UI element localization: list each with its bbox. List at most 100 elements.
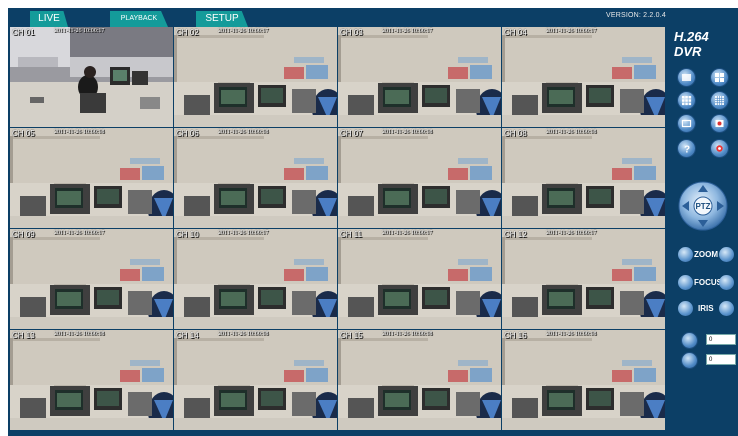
svg-text:?: ? <box>684 145 690 155</box>
channel-timestamp: 2011-11-26 10:00:17 <box>54 28 105 34</box>
camera-feed <box>502 128 665 228</box>
tab-live[interactable]: LIVE <box>30 11 68 27</box>
focus-near-button[interactable] <box>678 275 693 290</box>
single-view-icon[interactable] <box>678 69 695 86</box>
camera-feed <box>338 229 501 329</box>
channel-tile-15[interactable]: CH 15 2011-11-26 10:00:18 <box>338 330 501 430</box>
channel-tile-3[interactable]: CH 03 2011-11-26 10:00:17 <box>338 27 501 127</box>
channel-timestamp: 2011-11-26 10:00:18 <box>546 129 597 135</box>
brand-title: H.264 DVR <box>674 29 709 59</box>
channel-label: CH 01 <box>12 28 35 37</box>
version-label: VERSION: 2.2.0.4 <box>605 12 666 19</box>
zoom-out-button[interactable] <box>678 247 693 262</box>
zoom-label: ZOOM <box>694 250 718 259</box>
camera-feed <box>174 128 337 228</box>
camera-feed <box>10 330 173 430</box>
camera-feed <box>502 330 665 430</box>
channel-label: CH 14 <box>176 331 199 340</box>
channel-label: CH 15 <box>340 331 363 340</box>
channel-timestamp: 2011-11-26 10:00:17 <box>54 230 105 236</box>
ptz-control: PTZ <box>678 175 728 237</box>
camera-feed <box>502 229 665 329</box>
tab-setup[interactable]: SETUP <box>196 11 248 27</box>
camera-feed <box>338 128 501 228</box>
channel-label: CH 03 <box>340 28 363 37</box>
channel-label: CH 05 <box>12 129 35 138</box>
channel-tile-14[interactable]: CH 14 2011-11-26 10:00:18 <box>174 330 337 430</box>
channel-label: CH 08 <box>504 129 527 138</box>
speed-input[interactable]: 0 <box>706 334 736 345</box>
preset-input[interactable]: 0 <box>706 354 736 365</box>
channel-timestamp: 2011-11-26 10:00:17 <box>382 230 433 236</box>
channel-tile-9[interactable]: CH 09 2011-11-26 10:00:17 <box>10 229 173 329</box>
channel-label: CH 07 <box>340 129 363 138</box>
channel-label: CH 04 <box>504 28 527 37</box>
full-screen-icon[interactable] <box>678 115 695 132</box>
channel-label: CH 16 <box>504 331 527 340</box>
focus-row: FOCUS <box>678 275 734 293</box>
channel-label: CH 11 <box>340 230 363 239</box>
alarm-icon[interactable] <box>711 140 728 157</box>
channel-label: CH 06 <box>176 129 199 138</box>
channel-timestamp: 2011-11-26 10:00:18 <box>382 129 433 135</box>
channel-timestamp: 2011-11-26 10:00:18 <box>218 129 269 135</box>
channel-tile-7[interactable]: CH 07 2011-11-26 10:00:18 <box>338 128 501 228</box>
channel-timestamp: 2011-11-26 10:00:17 <box>546 230 597 236</box>
channel-label: CH 10 <box>176 230 199 239</box>
camera-feed <box>10 27 173 127</box>
channel-timestamp: 2011-11-26 10:00:17 <box>546 28 597 34</box>
iris-open-button[interactable] <box>719 301 734 316</box>
nine-view-icon[interactable] <box>678 92 695 109</box>
channel-tile-1[interactable]: CH 01 2011-11-26 10:00:17 <box>10 27 173 127</box>
tab-playback[interactable]: PLAYBACK <box>110 11 168 27</box>
dvr-window: LIVE PLAYBACK SETUP VERSION: 2.2.0.4 CH … <box>8 8 738 436</box>
preset-icon[interactable] <box>682 353 697 368</box>
control-panel: H.264 DVR ? PTZ ZOOM FOCUS IRIS 0 0 <box>668 27 738 436</box>
channel-timestamp: 2011-11-26 10:00:18 <box>54 129 105 135</box>
channel-timestamp: 2011-11-26 10:00:18 <box>382 331 433 337</box>
channel-label: CH 12 <box>504 230 527 239</box>
channel-timestamp: 2011-11-26 10:00:18 <box>218 331 269 337</box>
channel-tile-13[interactable]: CH 13 2011-11-26 10:00:18 <box>10 330 173 430</box>
channel-timestamp: 2011-11-26 10:00:17 <box>382 28 433 34</box>
iris-row: IRIS <box>678 301 734 319</box>
iris-close-button[interactable] <box>678 301 693 316</box>
focus-label: FOCUS <box>694 278 722 287</box>
channel-label: CH 02 <box>176 28 199 37</box>
iris-label: IRIS <box>698 304 714 313</box>
sixteen-view-icon[interactable] <box>711 92 728 109</box>
channel-tile-8[interactable]: CH 08 2011-11-26 10:00:18 <box>502 128 665 228</box>
channel-tile-11[interactable]: CH 11 2011-11-26 10:00:17 <box>338 229 501 329</box>
camera-feed <box>174 330 337 430</box>
camera-feed <box>502 27 665 127</box>
channel-tile-6[interactable]: CH 06 2011-11-26 10:00:18 <box>174 128 337 228</box>
channel-label: CH 13 <box>12 331 35 340</box>
channel-timestamp: 2011-11-26 10:00:18 <box>546 331 597 337</box>
channel-timestamp: 2011-11-26 10:00:18 <box>54 331 105 337</box>
focus-far-button[interactable] <box>719 275 734 290</box>
channel-tile-4[interactable]: CH 04 2011-11-26 10:00:17 <box>502 27 665 127</box>
channel-tile-5[interactable]: CH 05 2011-11-26 10:00:18 <box>10 128 173 228</box>
channel-grid: CH 01 2011-11-26 10:00:17 CH 02 2011-11-26… <box>10 27 666 434</box>
channel-label: CH 09 <box>12 230 35 239</box>
camera-feed <box>338 330 501 430</box>
channel-tile-12[interactable]: CH 12 2011-11-26 10:00:17 <box>502 229 665 329</box>
channel-tile-10[interactable]: CH 10 2011-11-26 10:00:17 <box>174 229 337 329</box>
record-icon[interactable] <box>711 115 728 132</box>
camera-feed <box>174 229 337 329</box>
top-bar: LIVE PLAYBACK SETUP VERSION: 2.2.0.4 <box>8 8 738 27</box>
channel-timestamp: 2011-11-26 10:00:17 <box>218 230 269 236</box>
camera-feed <box>10 128 173 228</box>
channel-tile-2[interactable]: CH 02 2011-11-26 10:00:17 <box>174 27 337 127</box>
camera-feed <box>10 229 173 329</box>
camera-feed <box>338 27 501 127</box>
channel-timestamp: 2011-11-26 10:00:17 <box>218 28 269 34</box>
channel-tile-16[interactable]: CH 16 2011-11-26 10:00:18 <box>502 330 665 430</box>
help-icon[interactable]: ? <box>678 140 695 157</box>
zoom-row: ZOOM <box>678 247 734 265</box>
quad-view-icon[interactable] <box>711 69 728 86</box>
zoom-in-button[interactable] <box>719 247 734 262</box>
camera-feed <box>174 27 337 127</box>
speed-icon[interactable] <box>682 333 697 348</box>
ptz-center-label[interactable]: PTZ <box>695 202 710 211</box>
